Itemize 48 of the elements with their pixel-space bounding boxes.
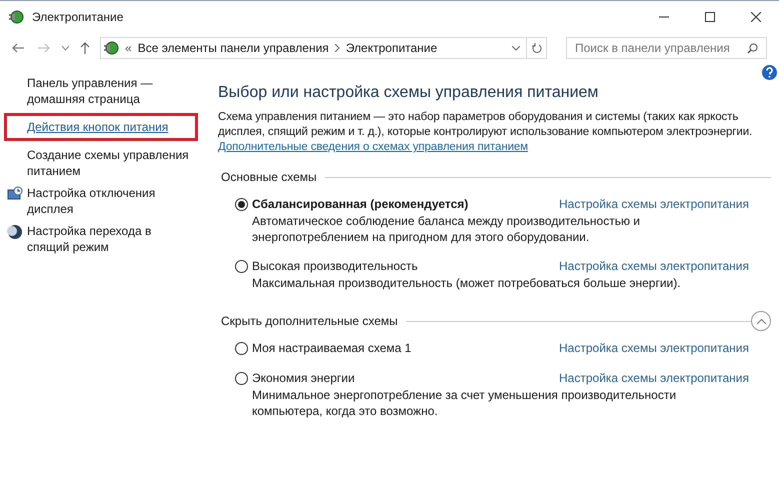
up-arrow-icon — [80, 42, 90, 54]
more-info-link[interactable]: Дополнительные сведения о схемах управления питанием — [218, 141, 528, 153]
scheme-name[interactable]: Экономия энергии — [252, 369, 355, 387]
breadcrumb-item[interactable]: Электропитание — [346, 39, 438, 57]
breadcrumb-item[interactable]: Все элементы панели управления — [138, 39, 329, 57]
scheme-settings-link[interactable]: Настройка схемы электропитания — [559, 257, 749, 275]
radio-button[interactable] — [235, 198, 248, 210]
scheme-description: Максимальная производительность (может потребоваться больше энергии). — [251, 275, 682, 291]
back-arrow-icon — [12, 43, 24, 53]
refresh-button[interactable] — [527, 37, 547, 59]
forward-arrow-icon — [38, 43, 50, 53]
scheme-name[interactable]: Высокая производительность — [252, 257, 418, 275]
power-plug-icon — [103, 40, 119, 56]
radio-button[interactable] — [235, 342, 248, 354]
address-bar[interactable]: « Все элементы панели управления Электропитание — [100, 37, 527, 59]
scheme-description: Минимальное энергопотребление за счет уменьшения производительности компьютера, когда это возможно. — [251, 387, 678, 419]
scheme-settings-link[interactable]: Настройка схемы электропитания — [559, 369, 749, 387]
chevron-down-icon — [62, 46, 68, 50]
close-icon — [751, 12, 761, 22]
group-heading: Скрыть дополнительные схемы — [221, 313, 398, 330]
chevron-up-icon — [756, 318, 766, 324]
radio-button[interactable] — [235, 260, 248, 272]
refresh-icon — [532, 42, 542, 54]
page-heading: Выбор или настройка схемы управления питанием — [218, 83, 600, 103]
radio-button[interactable] — [235, 372, 248, 384]
sidebar-link[interactable]: Настройка отключения дисплея — [27, 185, 192, 217]
help-icon[interactable] — [762, 65, 777, 80]
search-field[interactable]: Поиск в панели управления — [566, 37, 767, 59]
sidebar-link[interactable]: Настройка перехода в спящий режим — [27, 223, 192, 255]
breadcrumb-chevron-icon — [334, 44, 340, 52]
search-icon — [747, 42, 758, 54]
scheme-name[interactable]: Моя настраиваемая схема 1 — [252, 339, 412, 357]
scheme-description: Автоматическое соблюдение баланса между производительностью и энергопотреблением на пригодном для этого оборудовании. — [251, 213, 642, 245]
scheme-name[interactable]: Сбалансированная (рекомендуется) — [252, 195, 468, 213]
chevron-down-icon[interactable] — [512, 46, 520, 50]
sidebar-link[interactable]: Панель управления — домашняя страница — [27, 75, 192, 107]
power-plug-icon — [8, 9, 24, 25]
address-overflow[interactable]: « — [125, 39, 132, 57]
monitor-clock-icon — [7, 186, 23, 202]
intro-text: Схема управления питанием — это набор параметров оборудования и системы (таких как яркость дисплея, спящий режим и т. д.), которые контролируют использование компьютером электроэнергии. Дополнительные сведения о схемах управления питанием — [218, 110, 754, 155]
scheme-settings-link[interactable]: Настройка схемы электропитания — [559, 339, 749, 357]
window-title: Электропитание — [32, 9, 124, 26]
scheme-settings-link[interactable]: Настройка схемы электропитания — [559, 195, 749, 213]
moon-icon — [7, 224, 23, 240]
group-heading: Основные схемы — [221, 169, 317, 186]
sidebar-link[interactable]: Создание схемы управления питанием — [27, 147, 192, 179]
maximize-icon — [705, 12, 715, 22]
collapse-button[interactable] — [751, 311, 771, 331]
